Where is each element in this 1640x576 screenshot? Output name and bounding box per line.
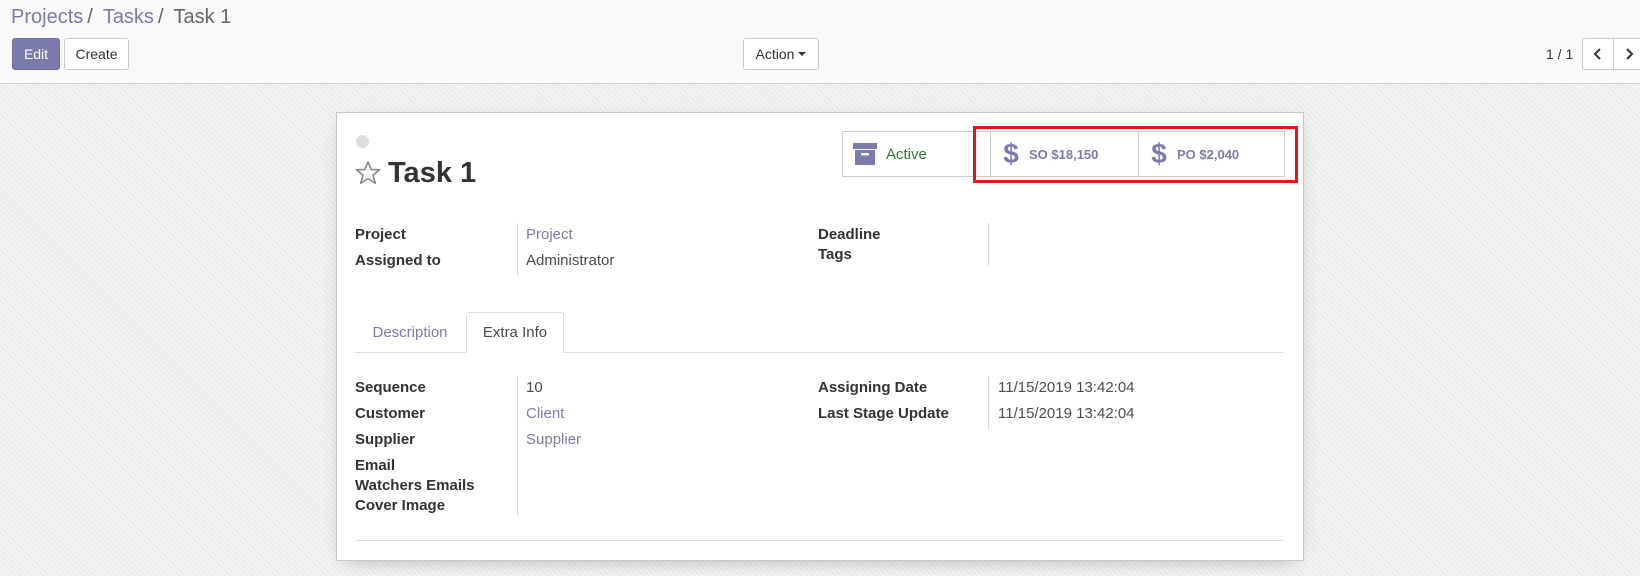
edit-button[interactable]: Edit [12, 38, 60, 70]
tab-extra-info[interactable]: Extra Info [466, 312, 564, 353]
pager-previous-button[interactable] [1582, 38, 1614, 70]
notebook-tabs: Description Extra Info [355, 312, 1284, 353]
sequence-field[interactable]: 10 [526, 379, 543, 396]
deadline-label: Deadline [818, 226, 881, 243]
breadcrumb-separator: / [87, 6, 93, 28]
breadcrumb: Projects / Tasks / Task 1 [11, 6, 231, 29]
supplier-field[interactable]: Supplier [526, 431, 581, 448]
customer-label: Customer [355, 405, 426, 422]
pager-next-button[interactable] [1613, 38, 1640, 70]
action-label: Action [755, 46, 795, 62]
customer-field[interactable]: Client [526, 405, 564, 422]
project-field[interactable]: Project [526, 226, 573, 243]
last-stage-update-label: Last Stage Update [818, 405, 949, 422]
svg-text:$: $ [1151, 140, 1167, 168]
tab-description[interactable]: Description [355, 312, 465, 353]
smart-button-box: Active $ SO $18,150 $ PO $2,040 [842, 131, 1285, 177]
project-label: Project [355, 226, 406, 243]
breadcrumb-separator: / [157, 6, 164, 28]
field-divider [517, 376, 518, 516]
breadcrumb-current: Task 1 [173, 6, 232, 28]
cover-image-label: Cover Image [355, 497, 446, 514]
action-dropdown-button[interactable]: Action [743, 38, 819, 70]
active-label: Active [886, 145, 927, 163]
chevron-right-icon [1626, 48, 1634, 60]
star-outline-icon[interactable] [354, 159, 382, 192]
assigning-date-field[interactable]: 11/15/2019 13:42:04 [998, 379, 1135, 396]
watchers-emails-label: Watchers Emails [355, 477, 475, 494]
active-toggle-button[interactable]: Active [843, 132, 990, 176]
caret-down-icon [798, 52, 807, 56]
assigning-date-label: Assigning Date [818, 379, 928, 396]
task-title[interactable]: Task 1 [388, 157, 476, 190]
sale-order-label: SO $18,150 [1029, 146, 1099, 162]
dollar-icon: $ [1151, 140, 1167, 168]
breadcrumb-tasks[interactable]: Tasks [103, 6, 154, 28]
field-divider [517, 223, 518, 276]
breadcrumb-projects[interactable]: Projects [11, 6, 83, 28]
supplier-label: Supplier [355, 431, 416, 448]
assigned-to-field[interactable]: Administrator [526, 252, 614, 269]
kanban-state-dot[interactable] [356, 135, 369, 148]
archive-icon [853, 143, 877, 165]
form-sheet: Task 1 Active $ SO $18,150 $ PO $2,040 P… [336, 112, 1304, 561]
assigned-to-label: Assigned to [355, 252, 441, 269]
last-stage-update-field[interactable]: 11/15/2019 13:42:04 [998, 405, 1135, 422]
email-label: Email [355, 457, 396, 474]
sale-order-button[interactable]: $ SO $18,150 [990, 132, 1138, 176]
create-button[interactable]: Create [64, 38, 129, 70]
dollar-icon: $ [1003, 140, 1019, 168]
control-panel: Projects / Tasks / Task 1 Edit Create Action… [0, 0, 1640, 84]
sheet-divider [355, 540, 1284, 541]
chevron-left-icon [1593, 48, 1601, 60]
field-divider [988, 223, 989, 266]
purchase-order-button[interactable]: $ PO $2,040 [1138, 132, 1284, 176]
sequence-label: Sequence [355, 379, 426, 396]
tags-label: Tags [818, 246, 852, 263]
svg-text:$: $ [1003, 140, 1019, 168]
pager-value[interactable]: 1 / 1 [1546, 46, 1573, 62]
purchase-order-label: PO $2,040 [1177, 146, 1240, 162]
field-divider [988, 376, 989, 429]
